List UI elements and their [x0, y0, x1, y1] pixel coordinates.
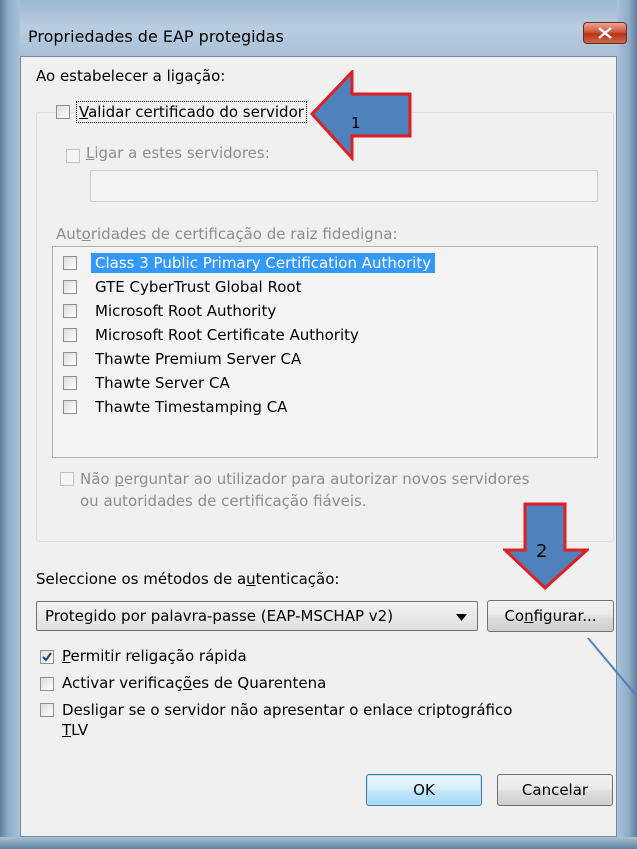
ca-item-checkbox[interactable] [63, 328, 77, 342]
close-button[interactable] [583, 22, 627, 44]
ok-button[interactable]: OK [366, 774, 482, 806]
configure-button[interactable]: Configurar... [487, 600, 614, 632]
window-title: Propriedades de EAP protegidas [28, 27, 284, 46]
disconnect-tlv-checkbox[interactable] [40, 703, 54, 717]
quarantine-label[interactable]: Activar verificações de Quarentena [62, 674, 326, 692]
chevron-down-icon [456, 614, 467, 621]
eap-properties-window: Propriedades de EAP protegidas Ao estabe… [0, 0, 637, 849]
cancel-button[interactable]: Cancelar [497, 774, 613, 806]
connect-servers-checkbox[interactable] [66, 149, 80, 163]
ca-item-checkbox[interactable] [63, 304, 77, 318]
ca-item-checkbox[interactable] [63, 400, 77, 414]
servers-input[interactable] [90, 170, 598, 202]
window-frame-right [617, 0, 637, 849]
trusted-ca-list[interactable]: Class 3 Public Primary Certification Aut… [52, 246, 598, 458]
connect-servers-label: Ligar a estes servidores: [86, 144, 270, 162]
annotation-label-2: 2 [536, 541, 548, 562]
checkmark-icon [42, 652, 52, 662]
annotation-label-1: 1 [351, 114, 361, 132]
trusted-ca-label: Autoridades de certificação de raiz fide… [56, 225, 398, 243]
window-frame-left [0, 0, 20, 849]
ca-item-label: Class 3 Public Primary Certification Aut… [91, 253, 436, 273]
ca-item-label: Microsoft Root Authority [95, 302, 277, 320]
ca-item-label: Thawte Timestamping CA [95, 398, 288, 416]
ca-item-checkbox[interactable] [63, 280, 77, 294]
annotation-arrow-left [310, 70, 412, 162]
ca-item-checkbox[interactable] [63, 352, 77, 366]
annotation-line [587, 637, 636, 695]
close-icon [598, 27, 612, 39]
ca-item-checkbox[interactable] [63, 376, 77, 390]
validate-cert-checkbox[interactable] [56, 105, 70, 119]
auth-method-label: Seleccione os métodos de autenticação: [36, 570, 340, 588]
fast-reconnect-label[interactable]: Permitir religação rápida [62, 647, 247, 665]
auth-method-select[interactable]: Protegido por palavra-passe (EAP-MSCHAP … [36, 601, 478, 631]
connect-heading: Ao estabelecer a ligação: [36, 67, 226, 85]
ca-item-label: Thawte Premium Server CA [95, 350, 302, 368]
dont-prompt-checkbox[interactable] [60, 472, 74, 486]
fast-reconnect-checkbox[interactable] [40, 650, 54, 664]
validate-cert-label[interactable]: Validar certificado do servidor [76, 101, 307, 123]
disconnect-tlv-label[interactable]: Desligar se o servidor não apresentar o … [62, 700, 512, 740]
ca-item-label: GTE CyberTrust Global Root [95, 278, 302, 296]
dont-prompt-label: Não perguntar ao utilizador para autoriz… [80, 470, 530, 510]
ca-item-label: Thawte Server CA [95, 374, 230, 392]
quarantine-checkbox[interactable] [40, 677, 54, 691]
ca-item-checkbox[interactable] [63, 256, 77, 270]
ca-item-label: Microsoft Root Certificate Authority [95, 326, 359, 344]
window-frame-bottom [0, 837, 637, 849]
auth-method-value: Protegido por palavra-passe (EAP-MSCHAP … [45, 607, 394, 625]
